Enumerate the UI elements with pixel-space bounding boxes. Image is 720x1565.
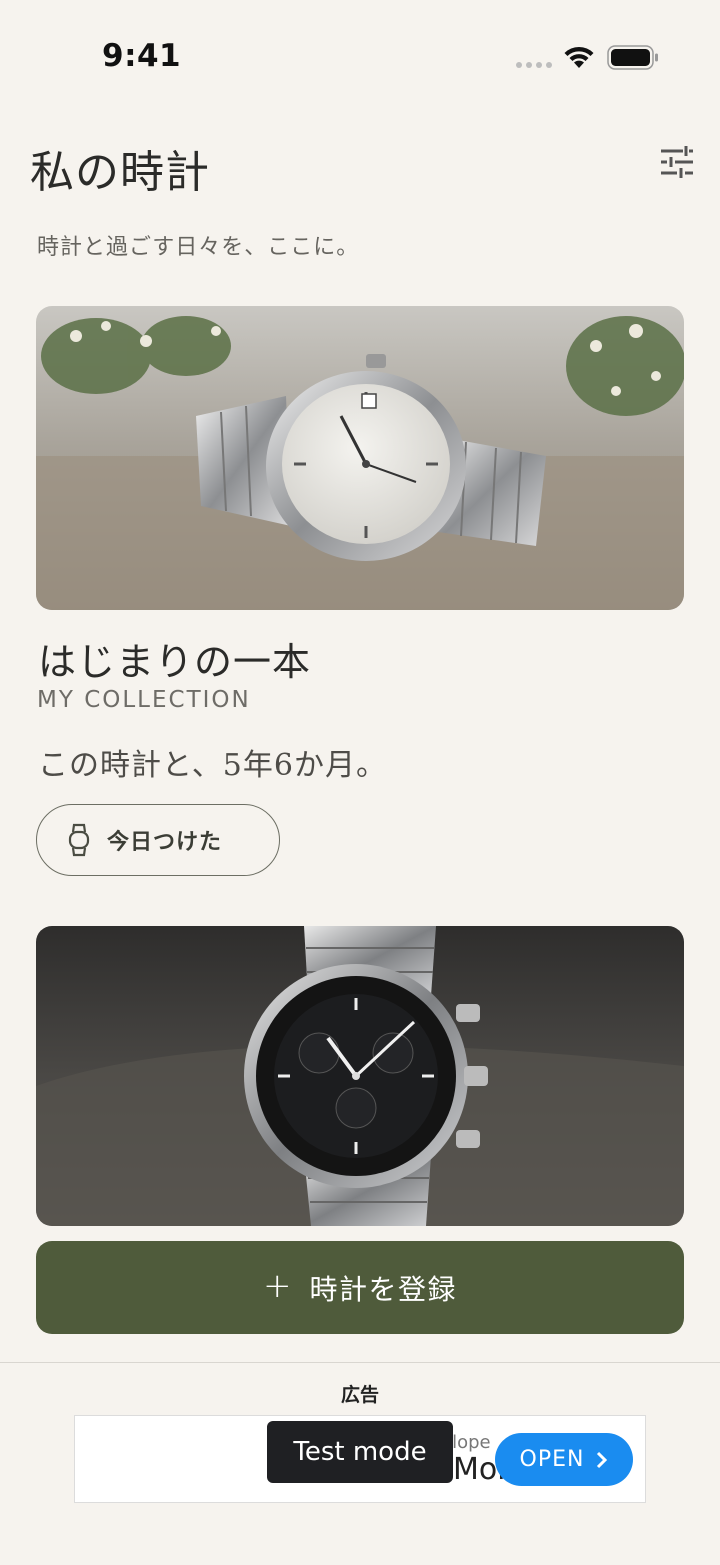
register-watch-label: 時計を登録 [309,1272,457,1306]
watch-photo[interactable] [36,926,684,1226]
watch-icon [68,823,90,857]
page-title: 私の時計 [30,147,210,198]
battery-icon [607,45,658,70]
wore-today-label: 今日つけた [107,830,223,855]
watch-photo-chronograph [36,926,684,1226]
collection-label: MY COLLECTION [37,687,251,713]
sliders-icon [661,146,693,178]
test-mode-badge: Test mode [267,1421,453,1483]
chevron-right-icon [597,1451,608,1468]
ad-label: 広告 [340,1384,379,1406]
status-bar: 9:41 [0,0,720,110]
watch-photo-silver [36,306,684,610]
register-watch-button[interactable]: + 時計を登録 [36,1241,684,1334]
ad-divider [0,1362,720,1363]
watch-name[interactable]: はじまりの一本 [38,631,311,686]
ad-open-button[interactable]: OPEN [495,1433,633,1486]
ownership-duration: この時計と、5年6か月。 [38,748,387,783]
ad-open-label: OPEN [519,1447,585,1472]
cellular-signal-icon [516,62,552,68]
wore-today-button[interactable]: 今日つけた [36,804,280,876]
plus-icon: + [262,1265,292,1306]
filter-button[interactable] [652,138,702,186]
watch-photo[interactable] [36,306,684,610]
page-subtitle: 時計と過ごす日々を、ここに。 [37,235,360,260]
wifi-icon [564,46,594,68]
status-time: 9:41 [102,38,182,74]
